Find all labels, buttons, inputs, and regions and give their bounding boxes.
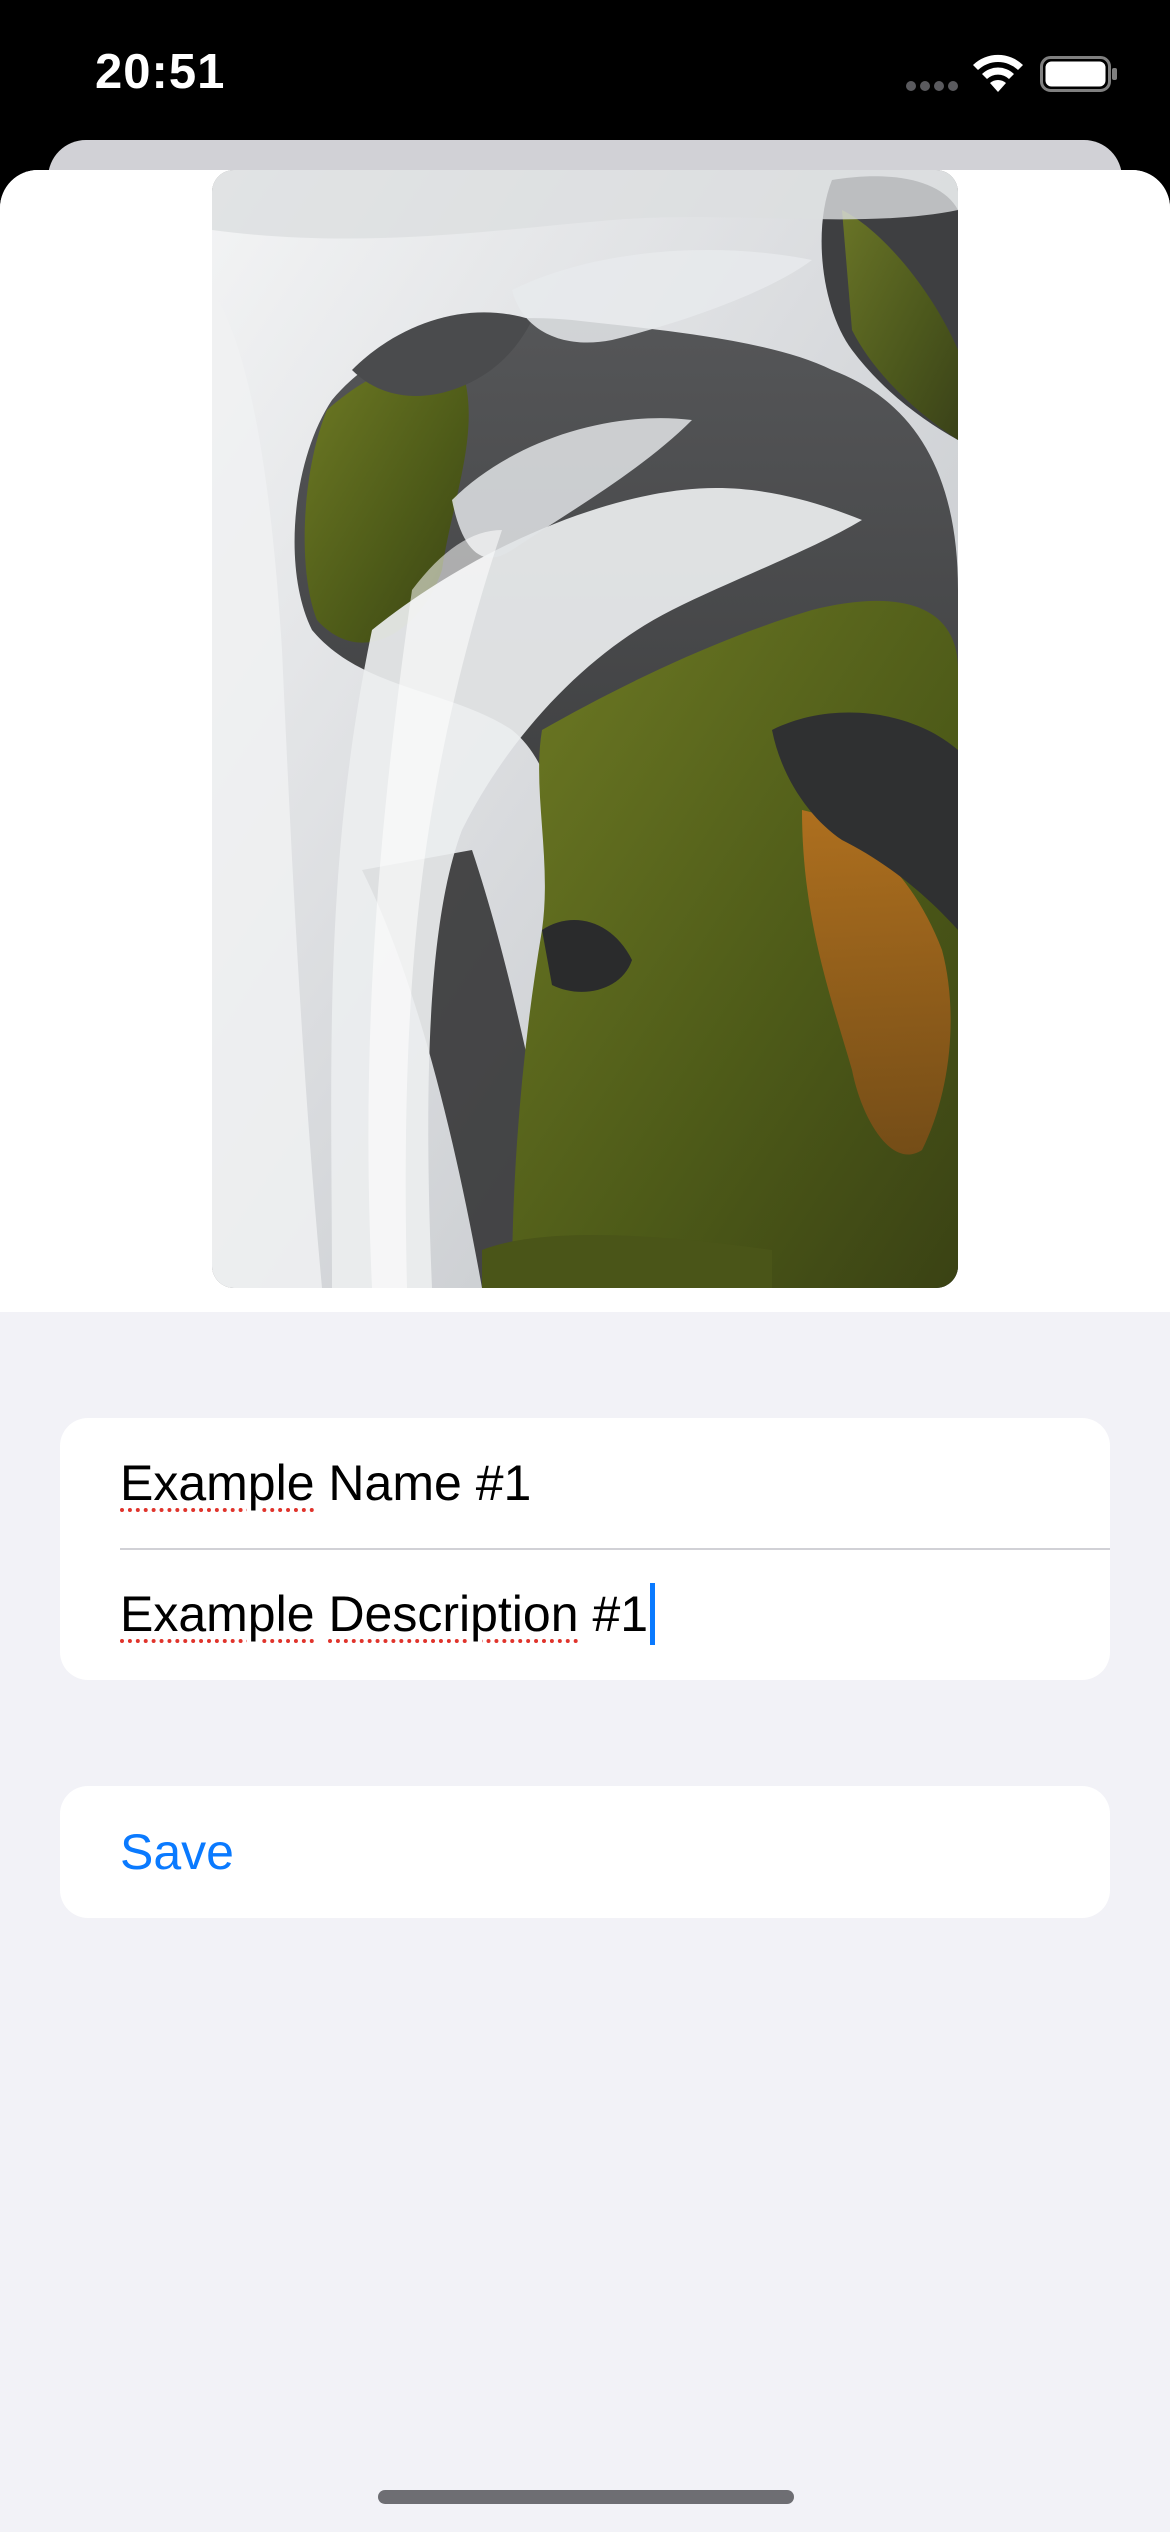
status-time: 20:51 xyxy=(95,45,226,99)
description-field-row[interactable]: Example Description #1 xyxy=(60,1549,1110,1680)
waterfall-photo xyxy=(212,170,958,1288)
battery-icon xyxy=(1040,56,1117,92)
name-rest: Name #1 xyxy=(314,1455,532,1511)
name-spell-word: Example xyxy=(120,1455,315,1511)
description-space xyxy=(315,1586,329,1642)
description-spell-word-2: Description xyxy=(328,1586,579,1642)
name-field[interactable]: Example Name #1 xyxy=(120,1418,531,1549)
signal-dots-icon xyxy=(906,81,958,91)
edit-sheet: Example Name #1 Example Description #1 S… xyxy=(0,170,1170,2532)
status-bar: 20:51 xyxy=(0,0,1170,150)
description-field[interactable]: Example Description #1 xyxy=(120,1549,656,1680)
description-spell-word-1: Example xyxy=(120,1586,315,1642)
fields-group: Example Name #1 Example Description #1 xyxy=(60,1418,1110,1680)
save-group: Save xyxy=(60,1786,1110,1918)
name-field-row[interactable]: Example Name #1 xyxy=(60,1418,1110,1550)
home-indicator[interactable] xyxy=(378,2490,794,2504)
waterfall-image xyxy=(212,170,958,1288)
text-caret xyxy=(650,1582,656,1645)
description-rest: #1 xyxy=(578,1586,649,1642)
photo-section xyxy=(0,170,1170,1312)
wifi-icon xyxy=(973,54,1023,92)
save-button[interactable]: Save xyxy=(120,1786,234,1918)
